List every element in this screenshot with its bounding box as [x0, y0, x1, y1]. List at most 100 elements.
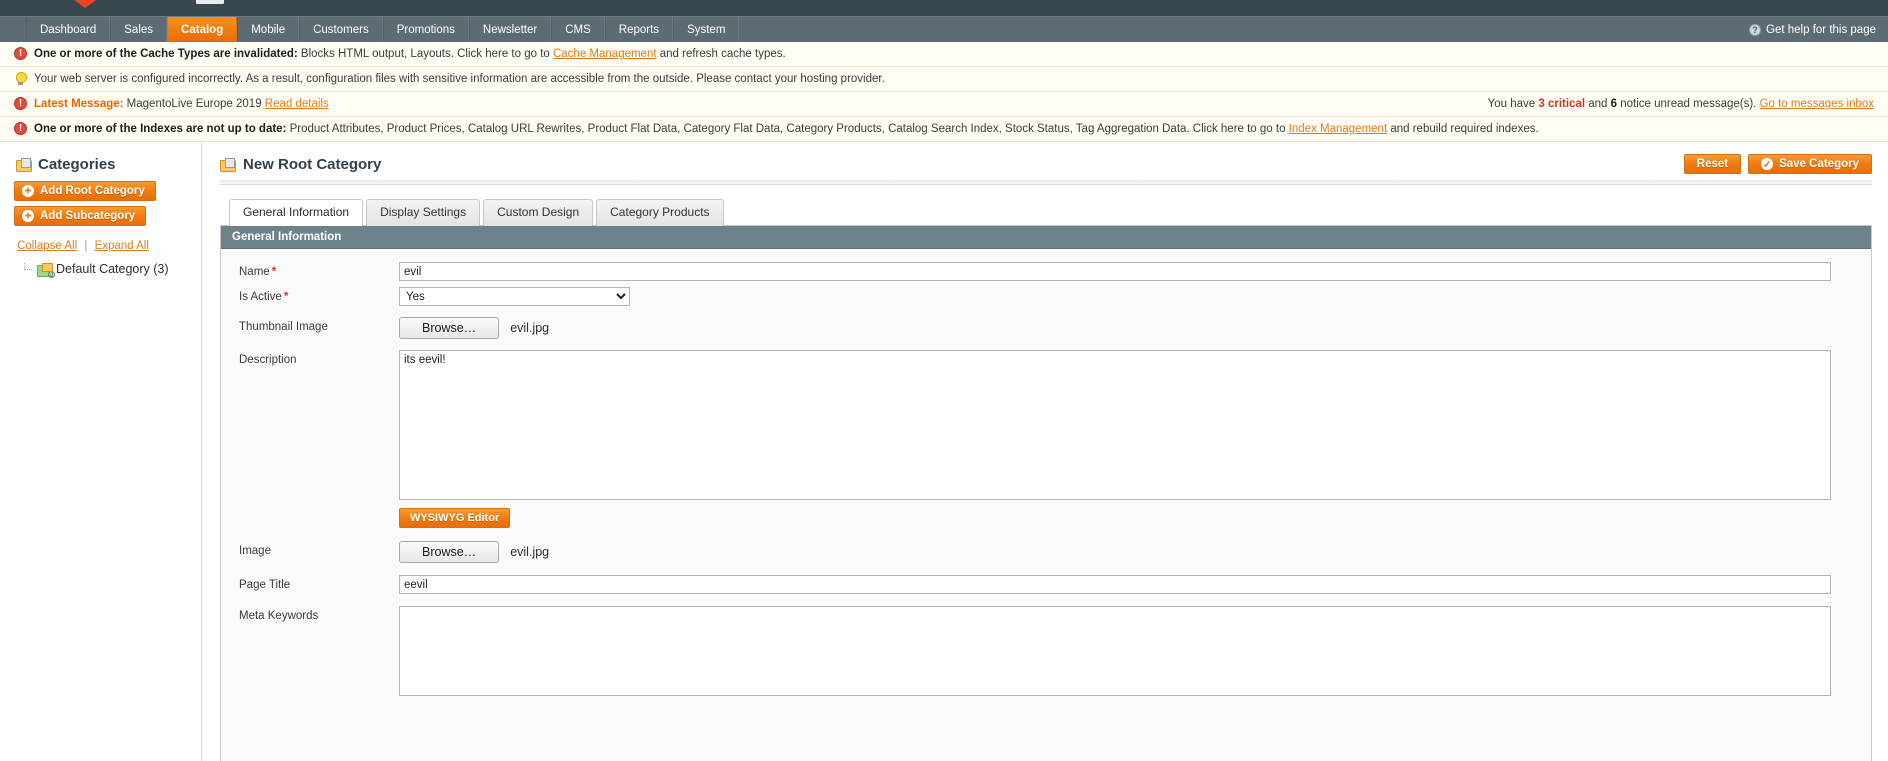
- nav-label: Promotions: [396, 23, 455, 36]
- main-content: New Root Category Reset ✓ Save Category …: [202, 142, 1888, 761]
- categories-sidebar: Categories + Add Root Category + Add Sub…: [0, 142, 202, 761]
- description-control: WYSIWYG Editor: [399, 350, 1871, 528]
- page-header-actions: Reset ✓ Save Category: [1683, 154, 1872, 174]
- nav-label: System: [687, 23, 726, 36]
- nav-item-cms[interactable]: CMS: [551, 17, 605, 42]
- reset-button[interactable]: Reset: [1683, 154, 1742, 174]
- image-file-row: Browse… evil.jpg: [399, 541, 1831, 563]
- name-control: [399, 262, 1871, 281]
- nav-label: Sales: [124, 23, 154, 36]
- add-root-category-label: Add Root Category: [40, 185, 145, 197]
- nav-item-system[interactable]: System: [673, 17, 740, 42]
- add-subcategory-button[interactable]: + Add Subcategory: [14, 206, 147, 226]
- top-strip: [0, 0, 1888, 16]
- thumbnail-label-text: Thumbnail Image: [239, 321, 328, 333]
- panel-title: General Information: [221, 226, 1871, 249]
- meta-keywords-label-text: Meta Keywords: [239, 610, 319, 622]
- tab-category-products[interactable]: Category Products: [596, 199, 724, 226]
- is-active-label-text: Is Active: [239, 291, 282, 303]
- name-label: Name *: [221, 262, 399, 278]
- description-label-text: Description: [239, 354, 297, 366]
- name-label-text: Name: [239, 266, 270, 278]
- message-text: Latest Message: MagentoLive Europe 2019 …: [34, 97, 329, 111]
- page-title-input[interactable]: [399, 575, 1831, 594]
- magento-admin-page: Dashboard Sales Catalog Mobile Customers…: [0, 0, 1888, 761]
- field-is-active: Is Active* Yes No: [221, 284, 1871, 309]
- image-browse-button[interactable]: Browse…: [399, 541, 500, 563]
- general-information-panel: General Information Name* Is Active* Yes: [220, 225, 1872, 761]
- nav-item-catalog[interactable]: Catalog: [167, 17, 238, 42]
- get-help-label: Get help for this page: [1766, 23, 1876, 36]
- tab-display-settings[interactable]: Display Settings: [366, 199, 481, 226]
- add-root-category-button[interactable]: + Add Root Category: [14, 181, 156, 201]
- collapse-all-link[interactable]: Collapse All: [17, 240, 77, 252]
- is-active-label: Is Active *: [221, 287, 399, 303]
- expand-all-link[interactable]: Expand All: [95, 240, 149, 252]
- name-input[interactable]: [399, 262, 1831, 281]
- thumbnail-control: Browse… evil.jpg: [399, 317, 1871, 339]
- category-folder-icon: [220, 157, 236, 172]
- message-text: Your web server is configured incorrectl…: [34, 72, 885, 86]
- question-mark-icon: ?: [1749, 23, 1762, 36]
- unread-prefix: You have: [1487, 98, 1539, 110]
- nav-item-newsletter[interactable]: Newsletter: [468, 17, 552, 42]
- messages-inbox-link[interactable]: Go to messages inbox: [1760, 98, 1874, 110]
- get-help-link[interactable]: ? Get help for this page: [1749, 17, 1888, 42]
- nav-item-customers[interactable]: Customers: [299, 17, 383, 42]
- message-strong: One or more of the Cache Types are inval…: [34, 48, 298, 60]
- sidebar-title: Categories: [38, 156, 116, 173]
- field-thumbnail-image: Thumbnail Image Browse… evil.jpg: [221, 309, 1871, 342]
- image-control: Browse… evil.jpg: [399, 541, 1871, 563]
- error-icon: [14, 122, 27, 135]
- bulb-icon: [14, 72, 27, 85]
- tab-label: Category Products: [610, 205, 710, 219]
- page-title-label-text: Page Title: [239, 579, 291, 591]
- category-folder-icon: [16, 158, 32, 172]
- message-strong: Latest Message:: [34, 98, 124, 110]
- save-category-button[interactable]: ✓ Save Category: [1748, 154, 1872, 174]
- thumbnail-browse-button[interactable]: Browse…: [399, 317, 500, 339]
- meta-keywords-textarea[interactable]: [399, 606, 1831, 696]
- message-tail: and refresh cache types.: [656, 48, 786, 60]
- field-meta-keywords: Meta Keywords: [221, 597, 1871, 702]
- field-page-title: Page Title: [221, 566, 1871, 597]
- tab-label: Custom Design: [497, 205, 580, 219]
- message-body: Blocks HTML output, Layouts. Click here …: [297, 48, 553, 60]
- main-navigation: Dashboard Sales Catalog Mobile Customers…: [0, 16, 1888, 42]
- required-marker: *: [271, 266, 277, 278]
- nav-item-dashboard[interactable]: Dashboard: [26, 17, 111, 42]
- nav-item-sales[interactable]: Sales: [110, 17, 168, 42]
- field-description: Description WYSIWYG Editor: [221, 342, 1871, 531]
- is-active-control: Yes No: [399, 287, 1871, 306]
- is-active-select[interactable]: Yes No: [399, 287, 630, 306]
- message-strong: One or more of the Indexes are not up to…: [34, 123, 287, 135]
- image-file-name: evil.jpg: [510, 545, 550, 559]
- page-title-label: New Root Category: [243, 155, 382, 173]
- nav-item-reports[interactable]: Reports: [604, 17, 674, 42]
- error-icon: [14, 97, 27, 110]
- category-tabs: General Information Display Settings Cus…: [220, 199, 1872, 226]
- nav-item-mobile[interactable]: Mobile: [237, 17, 300, 42]
- nav-label: Reports: [618, 23, 660, 36]
- tree-item-default-category[interactable]: Default Category (3): [0, 258, 201, 278]
- image-label: Image: [221, 541, 399, 557]
- read-details-link[interactable]: Read details: [265, 98, 329, 110]
- nav-label: Catalog: [181, 23, 224, 36]
- nav-label: Newsletter: [482, 23, 538, 36]
- plus-icon: +: [22, 185, 34, 197]
- tab-general-information[interactable]: General Information: [229, 199, 364, 226]
- field-name: Name *: [221, 259, 1871, 284]
- tree-controls-separator: |: [84, 240, 88, 252]
- save-category-label: Save Category: [1779, 158, 1859, 170]
- message-text: One or more of the Indexes are not up to…: [34, 122, 1539, 136]
- index-management-link[interactable]: Index Management: [1289, 123, 1387, 135]
- wysiwyg-editor-button[interactable]: WYSIWYG Editor: [399, 508, 511, 528]
- tree-controls: Collapse All | Expand All: [0, 231, 166, 258]
- description-label: Description: [221, 350, 399, 366]
- magento-logo-icon[interactable]: [74, 0, 98, 12]
- image-label-text: Image: [239, 545, 271, 557]
- nav-item-promotions[interactable]: Promotions: [382, 17, 469, 42]
- description-textarea[interactable]: [399, 350, 1831, 500]
- cache-management-link[interactable]: Cache Management: [553, 48, 657, 60]
- tab-custom-design[interactable]: Custom Design: [483, 199, 594, 226]
